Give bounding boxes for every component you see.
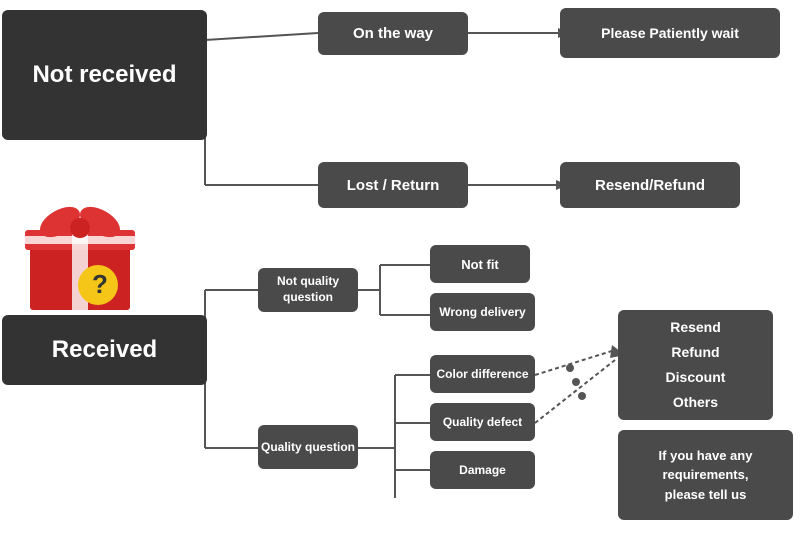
resend-options-box: Resend Refund Discount Others [618, 310, 773, 420]
please-wait-box: Please Patiently wait [560, 8, 780, 58]
resend-refund-box: Resend/Refund [560, 162, 740, 208]
received-box: Received [2, 315, 207, 385]
on-the-way-box: On the way [318, 12, 468, 55]
wrong-delivery-box: Wrong delivery [430, 293, 535, 331]
not-fit-box: Not fit [430, 245, 530, 283]
damage-box: Damage [430, 451, 535, 489]
color-difference-box: Color difference [430, 355, 535, 393]
quality-question-box: Quality question [258, 425, 358, 469]
svg-text:?: ? [92, 269, 108, 299]
not-received-box: Not received [2, 10, 207, 140]
quality-defect-box: Quality defect [430, 403, 535, 441]
gift-icon: ? [20, 200, 140, 320]
diagram: Not received On the way Please Patiently… [0, 0, 800, 533]
not-quality-question-box: Not quality question [258, 268, 358, 312]
lost-return-box: Lost / Return [318, 162, 468, 208]
contact-us-box: If you have any requirements, please tel… [618, 430, 793, 520]
